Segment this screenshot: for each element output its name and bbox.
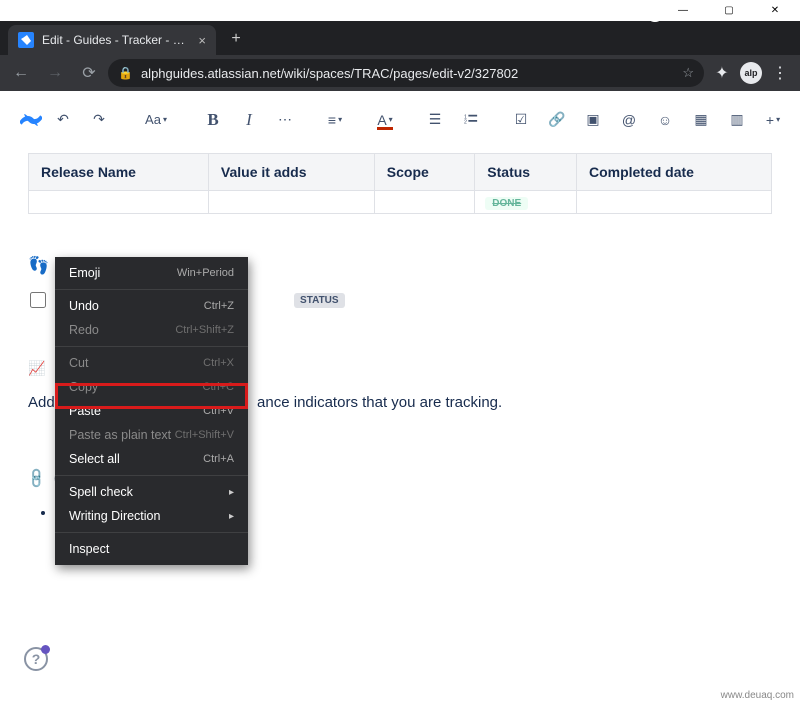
browser-tab-strip: Edit - Guides - Tracker - Conflue × +: [0, 21, 800, 55]
browser-toolbar: ← → ⟳ 🔒 alphguides.atlassian.net/wiki/sp…: [0, 55, 800, 91]
th-status[interactable]: Status: [475, 154, 577, 191]
task-checkbox[interactable]: [30, 292, 46, 308]
more-formatting-button[interactable]: ⋯: [270, 105, 300, 135]
undo-button[interactable]: ↶: [48, 105, 78, 135]
context-menu-label: Inspect: [69, 542, 109, 556]
context-menu-label: Undo: [69, 299, 99, 313]
context-menu-shortcut: Ctrl+Shift+V: [175, 429, 234, 441]
window-maximize-button[interactable]: ▢: [706, 0, 752, 21]
context-menu-label: Emoji: [69, 266, 100, 280]
context-menu-paste-as-plain-text: Paste as plain text Ctrl+Shift+V: [55, 423, 248, 447]
th-scope[interactable]: Scope: [374, 154, 475, 191]
context-menu-label: Copy: [69, 380, 98, 394]
bold-button[interactable]: B: [198, 105, 228, 135]
context-menu-separator: [55, 532, 248, 533]
action-item-button[interactable]: ☑: [506, 105, 536, 135]
context-menu-copy: Copy Ctrl+C: [55, 375, 248, 399]
reload-button[interactable]: ⟳: [74, 58, 104, 88]
context-menu-shortcut: Ctrl+C: [203, 381, 234, 393]
bookmark-star-icon[interactable]: ☆: [682, 65, 694, 81]
context-menu-shortcut: Ctrl+Z: [204, 300, 234, 312]
chrome-menu-icon[interactable]: ⋮: [766, 59, 794, 87]
svg-text:2: 2: [464, 119, 467, 125]
context-menu-cut: Cut Ctrl+X: [55, 351, 248, 375]
context-menu-label: Spell check: [69, 485, 133, 499]
extensions-icon[interactable]: ✦: [708, 59, 736, 87]
release-table[interactable]: Release Name Value it adds Scope Status …: [28, 153, 772, 214]
context-menu-paste[interactable]: Paste Ctrl+V: [55, 399, 248, 423]
bullet-list-button[interactable]: ☰: [420, 105, 450, 135]
table-button[interactable]: ▦: [686, 105, 716, 135]
browser-tab-active[interactable]: Edit - Guides - Tracker - Conflue ×: [8, 25, 216, 55]
footprints-emoji-icon: 👣: [28, 256, 49, 276]
context-menu-spell-check[interactable]: Spell check: [55, 480, 248, 504]
context-menu-label: Paste: [69, 404, 101, 418]
tab-close-icon[interactable]: ×: [198, 33, 206, 48]
window-minimize-button[interactable]: —: [660, 0, 706, 21]
th-release-name[interactable]: Release Name: [29, 154, 209, 191]
context-menu-shortcut: Ctrl+X: [203, 357, 234, 369]
back-button[interactable]: ←: [6, 58, 36, 88]
recording-indicator-icon[interactable]: [646, 4, 664, 22]
mention-button[interactable]: @: [614, 105, 644, 135]
insert-dropdown[interactable]: +▾: [758, 105, 788, 135]
alignment-dropdown[interactable]: ≡▾: [320, 105, 350, 135]
emoji-button[interactable]: ☺: [650, 105, 680, 135]
redo-button[interactable]: ↷: [84, 105, 114, 135]
window-titlebar: — ▢ ✕: [0, 0, 800, 21]
watermark-text: www.deuaq.com: [721, 690, 794, 701]
chart-emoji-icon: 📈: [28, 360, 45, 377]
text-color-button[interactable]: A▾: [370, 105, 400, 135]
link-emoji-icon: 🔗: [25, 466, 49, 490]
table-row[interactable]: DONE: [29, 191, 772, 214]
numbered-list-button[interactable]: 12: [456, 105, 486, 135]
address-bar[interactable]: 🔒 alphguides.atlassian.net/wiki/spaces/T…: [108, 59, 704, 87]
chrome-profile-avatar[interactable]: alp: [740, 62, 762, 84]
context-menu-label: Redo: [69, 323, 99, 337]
notification-dot-icon: [41, 645, 50, 654]
url-text: alphguides.atlassian.net/wiki/spaces/TRA…: [141, 66, 674, 81]
editor-toolbar: ↶ ↷ Aa▾ B I ⋯ ≡▾ A▾ ☰ 12 ☑ 🔗 ▣ @ ☺ ▦ ▥ +…: [0, 91, 800, 149]
context-menu-label: Writing Direction: [69, 509, 160, 523]
context-menu-shortcut: Ctrl+V: [203, 405, 234, 417]
forward-button[interactable]: →: [40, 58, 70, 88]
context-menu[interactable]: Emoji Win+Period Undo Ctrl+Z Redo Ctrl+Shift+…: [55, 257, 248, 565]
context-menu-shortcut: Ctrl+Shift+Z: [175, 324, 234, 336]
context-menu-inspect[interactable]: Inspect: [55, 537, 248, 561]
tab-title: Edit - Guides - Tracker - Conflue: [42, 33, 190, 47]
context-menu-separator: [55, 475, 248, 476]
context-menu-redo: Redo Ctrl+Shift+Z: [55, 318, 248, 342]
context-menu-label: Paste as plain text: [69, 428, 171, 442]
context-menu-writing-direction[interactable]: Writing Direction: [55, 504, 248, 528]
context-menu-label: Cut: [69, 356, 88, 370]
context-menu-shortcut: Ctrl+A: [203, 453, 234, 465]
layouts-button[interactable]: ▥: [722, 105, 752, 135]
lock-icon: 🔒: [118, 66, 133, 80]
confluence-favicon: [18, 32, 34, 48]
link-button[interactable]: 🔗: [542, 105, 572, 135]
context-menu-shortcut: Win+Period: [177, 267, 234, 279]
th-value[interactable]: Value it adds: [208, 154, 374, 191]
context-menu-undo[interactable]: Undo Ctrl+Z: [55, 294, 248, 318]
window-close-button[interactable]: ✕: [752, 0, 798, 21]
context-menu-separator: [55, 346, 248, 347]
context-menu-label: Select all: [69, 452, 120, 466]
text-style-dropdown[interactable]: Aa▾: [134, 105, 178, 135]
italic-button[interactable]: I: [234, 105, 264, 135]
image-button[interactable]: ▣: [578, 105, 608, 135]
status-placeholder-lozenge[interactable]: STATUS: [294, 293, 345, 308]
confluence-logo-icon[interactable]: [20, 108, 42, 132]
context-menu-emoji[interactable]: Emoji Win+Period: [55, 261, 248, 285]
status-lozenge-done: DONE: [485, 197, 528, 210]
context-menu-select-all[interactable]: Select all Ctrl+A: [55, 447, 248, 471]
new-tab-button[interactable]: +: [222, 25, 250, 53]
context-menu-separator: [55, 289, 248, 290]
th-completed[interactable]: Completed date: [576, 154, 771, 191]
help-button[interactable]: ?: [24, 647, 48, 671]
